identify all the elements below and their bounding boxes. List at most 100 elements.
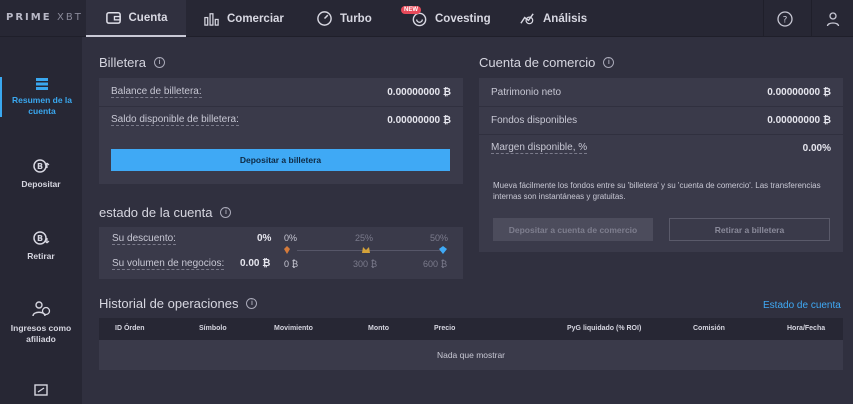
svg-text:B: B xyxy=(37,162,43,171)
withdraw-wallet-button[interactable]: Retirar a billetera xyxy=(669,218,830,241)
col-fecha[interactable]: Hora/Fecha xyxy=(787,325,825,332)
deposit-trading-button[interactable]: Depositar a cuenta de comercio xyxy=(493,218,653,241)
info-icon[interactable]: i xyxy=(220,207,232,218)
wallet-icon xyxy=(105,12,121,24)
volumen-label: Su volumen de negocios: xyxy=(112,258,225,270)
nav-tab-turbo[interactable]: Turbo xyxy=(316,0,372,37)
col-movimiento[interactable]: Movimiento xyxy=(274,325,313,332)
fondos-row: Fondos disponibles 0.00000000 ₿ xyxy=(479,106,843,134)
sidebar-item-more[interactable] xyxy=(0,383,82,401)
cuenta-comercio-title: Cuenta de comercio i xyxy=(479,55,615,70)
sidebar-item-depositar[interactable]: B Depositar xyxy=(0,157,82,190)
history-table-header: ID Órden Símbolo Movimiento Monto Precio… xyxy=(99,318,843,340)
bitcoin-deposit-icon: B xyxy=(33,159,50,173)
historial-title-text: Historial de operaciones xyxy=(99,296,239,311)
document-icon xyxy=(34,384,48,396)
sidebar-item-resumen-label: Resumen de la cuenta xyxy=(12,95,72,116)
info-icon[interactable]: i xyxy=(153,57,165,68)
col-id[interactable]: ID Órden xyxy=(115,325,145,332)
user-icon xyxy=(826,11,839,26)
saldo-row: Saldo disponible de billetera: 0.0000000… xyxy=(99,106,463,134)
estado-cuenta-link[interactable]: Estado de cuenta xyxy=(763,300,841,311)
affiliate-icon xyxy=(32,301,51,317)
nav-tab-covesting-label: Covesting xyxy=(435,12,491,25)
saldo-value: 0.00000000 ₿ xyxy=(387,114,451,126)
volumen-value: 0.00 ₿ xyxy=(240,258,271,269)
descuento-label-wrap: Su descuento: xyxy=(112,233,176,245)
historial-title: Historial de operaciones i xyxy=(99,296,258,311)
margen-value: 0.00% xyxy=(802,142,831,154)
balance-label: Balance de billetera: xyxy=(111,86,202,98)
list-icon xyxy=(36,78,48,90)
analysis-icon xyxy=(520,13,534,25)
col-pyg[interactable]: PyG liquidado (% ROI) xyxy=(567,325,641,332)
patrimonio-value: 0.00000000 ₿ xyxy=(767,86,831,98)
sidebar-item-retirar[interactable]: B Retirar xyxy=(0,229,82,262)
tier-3-marker-icon xyxy=(439,246,447,254)
margen-row: Margen disponible, % 0.00% xyxy=(479,134,843,162)
estado-title: estado de la cuenta i xyxy=(99,205,232,220)
col-precio[interactable]: Precio xyxy=(434,325,455,332)
sidebar-item-ingresos-label: Ingresos como afiliado xyxy=(10,323,72,344)
tier-1-percent: 0% xyxy=(284,233,298,243)
tier-1-marker-icon xyxy=(284,246,290,254)
nav-tab-analisis[interactable]: Análisis xyxy=(519,0,587,37)
patrimonio-label: Patrimonio neto xyxy=(491,86,562,98)
margen-label: Margen disponible, % xyxy=(491,142,588,154)
tier-2-marker-icon xyxy=(362,247,370,253)
descuento-label: Su descuento: xyxy=(112,233,176,245)
billetera-title-text: Billetera xyxy=(99,55,146,70)
nav-tab-comerciar[interactable]: Comerciar xyxy=(203,0,284,37)
tier-2-volume: 300 ₿ xyxy=(353,259,378,269)
estado-title-text: estado de la cuenta xyxy=(99,205,213,220)
tier-3-volume: 600 ₿ xyxy=(423,259,448,269)
col-comision[interactable]: Comisión xyxy=(693,325,725,332)
col-simbolo[interactable]: Símbolo xyxy=(199,325,227,332)
bitcoin-withdraw-icon: B xyxy=(33,231,50,245)
billetera-title: Billetera i xyxy=(99,55,165,70)
bar-chart-icon xyxy=(204,13,219,26)
billetera-panel: Balance de billetera: 0.00000000 ₿ Saldo… xyxy=(99,78,463,184)
balance-row: Balance de billetera: 0.00000000 ₿ xyxy=(99,78,463,106)
nav-tab-analisis-label: Análisis xyxy=(543,12,588,25)
sidebar-item-ingresos[interactable]: Ingresos como afiliado xyxy=(0,299,82,345)
logo-brand: PRIME xyxy=(6,12,52,23)
sidebar-item-retirar-label: Retirar xyxy=(27,251,55,261)
transfer-description: Mueva fácilmente los fondos entre su 'bi… xyxy=(493,181,821,201)
nav-tab-cuenta-label: Cuenta xyxy=(128,11,168,24)
descuento-value: 0% xyxy=(257,233,272,244)
estado-panel: Su descuento: 0% Su volumen de negocios:… xyxy=(99,227,463,279)
nav-tab-covesting[interactable]: NEW Covesting xyxy=(401,0,491,37)
volumen-label-wrap: Su volumen de negocios: xyxy=(112,258,225,270)
top-bar: PRIME XBT Cuenta Comerciar Turbo NEW Cov… xyxy=(0,0,853,37)
question-icon: ? xyxy=(776,10,793,27)
tier-2-percent: 25% xyxy=(355,233,374,243)
nav-tab-comerciar-label: Comerciar xyxy=(227,12,284,25)
nav-tab-cuenta[interactable]: Cuenta xyxy=(86,0,186,37)
cuenta-comercio-panel: Patrimonio neto 0.00000000 ₿ Fondos disp… xyxy=(479,78,843,252)
nav-tab-turbo-label: Turbo xyxy=(340,12,372,25)
logo[interactable]: PRIME XBT xyxy=(6,12,83,23)
sidebar-item-depositar-label: Depositar xyxy=(21,179,61,189)
svg-text:?: ? xyxy=(782,15,787,25)
tier-3-percent: 50% xyxy=(430,233,449,243)
new-badge: NEW xyxy=(401,6,421,14)
tier-track xyxy=(297,250,445,251)
help-button[interactable]: ? xyxy=(763,0,805,37)
balance-value: 0.00000000 ₿ xyxy=(387,86,451,98)
history-empty-row: Nada que mostrar xyxy=(99,340,843,370)
patrimonio-row: Patrimonio neto 0.00000000 ₿ xyxy=(479,78,843,106)
svg-text:B: B xyxy=(37,234,43,243)
user-button[interactable] xyxy=(811,0,853,37)
gauge-icon xyxy=(317,11,332,26)
fondos-value: 0.00000000 ₿ xyxy=(767,114,831,126)
cuenta-comercio-title-text: Cuenta de comercio xyxy=(479,55,596,70)
info-icon[interactable]: i xyxy=(246,298,258,309)
tier-1-volume: 0 ₿ xyxy=(284,259,299,269)
sidebar-item-resumen[interactable]: Resumen de la cuenta xyxy=(0,77,82,117)
info-icon[interactable]: i xyxy=(603,57,615,68)
deposit-wallet-button[interactable]: Depositar a billetera xyxy=(111,149,450,171)
fondos-label: Fondos disponibles xyxy=(491,114,578,126)
col-monto[interactable]: Monto xyxy=(368,325,389,332)
sidebar: Resumen de la cuenta B Depositar B Retir… xyxy=(0,37,82,404)
